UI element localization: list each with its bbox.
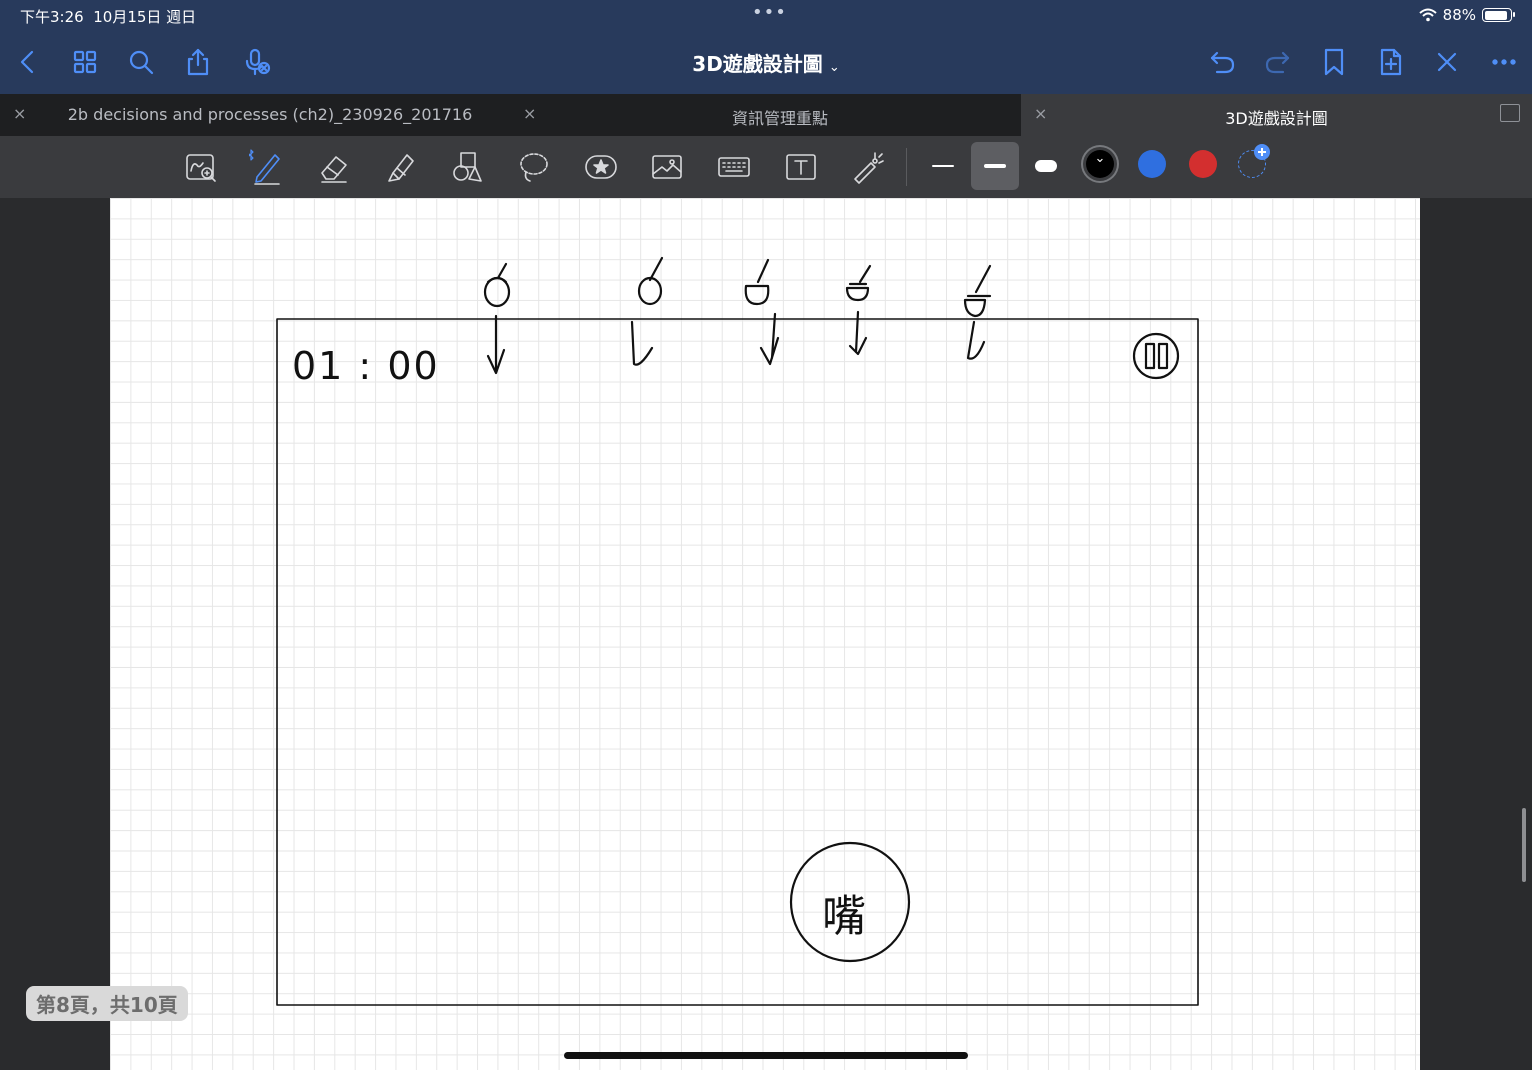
tab-close-icon[interactable]: × <box>1034 104 1047 123</box>
stroke-medium-option[interactable] <box>971 142 1019 190</box>
battery-percent: 88% <box>1442 6 1476 24</box>
note-page[interactable]: 01 : 00 嘴 <box>110 198 1420 1070</box>
color-swatch-red[interactable] <box>1189 150 1217 178</box>
status-time: 下午3:26 10月15日 週日 <box>20 8 197 26</box>
document-title[interactable]: 3D遊戲設計圖 ⌄ <box>0 48 1532 77</box>
falling-object-3 <box>744 258 780 366</box>
lasso-icon[interactable] <box>511 144 557 190</box>
falling-object-4 <box>845 264 872 356</box>
more-icon[interactable] <box>1486 44 1522 80</box>
redo-icon[interactable] <box>1260 44 1296 80</box>
undo-icon[interactable] <box>1204 44 1240 80</box>
falling-object-2 <box>630 256 664 366</box>
add-color-icon[interactable] <box>1238 144 1270 178</box>
multitasking-dots[interactable]: ••• <box>752 2 787 23</box>
navigation-bar: 3D遊戲設計圖 ⌄ <box>0 32 1532 94</box>
falling-object-5 <box>963 264 992 360</box>
wifi-icon <box>1418 8 1437 22</box>
mouth-character: 嘴 <box>822 891 866 942</box>
split-view-icon[interactable] <box>1500 104 1520 122</box>
sticker-icon[interactable] <box>578 144 624 190</box>
home-indicator[interactable] <box>564 1052 968 1059</box>
tab-3d-game-design[interactable]: × 3D遊戲設計圖 <box>1021 94 1532 136</box>
stroke-thick-option[interactable] <box>1022 142 1070 190</box>
stroke-thin-option[interactable] <box>919 142 967 190</box>
eraser-icon[interactable] <box>311 144 357 190</box>
tab-2b-decisions[interactable]: × 2b decisions and processes (ch2)_23092… <box>0 94 510 136</box>
timer-handwriting: 01 : 00 <box>292 344 440 388</box>
tab-close-icon[interactable]: × <box>13 104 26 123</box>
highlighter-icon[interactable] <box>378 144 424 190</box>
tab-close-icon[interactable]: × <box>523 104 536 123</box>
status-bar: 下午3:26 10月15日 週日 ••• 88% <box>0 0 1532 32</box>
title-chevron-icon: ⌄ <box>828 60 840 75</box>
scrollbar[interactable] <box>1522 808 1526 882</box>
drawing-toolbar <box>0 136 1532 198</box>
image-icon[interactable] <box>644 144 690 190</box>
toolbar-divider <box>906 148 907 186</box>
text-box-icon[interactable] <box>778 144 824 190</box>
document-tab-bar: × 2b decisions and processes (ch2)_23092… <box>0 94 1532 136</box>
add-page-icon[interactable] <box>1373 44 1409 80</box>
page-indicator: 第8頁，共10頁 <box>26 986 188 1021</box>
battery-icon <box>1482 8 1515 22</box>
shapes-icon[interactable] <box>444 144 490 190</box>
status-right: 88% <box>1418 6 1515 24</box>
bookmark-icon[interactable] <box>1316 44 1352 80</box>
pen-icon[interactable] <box>244 144 290 190</box>
tab-label: 資訊管理重點 <box>731 109 828 128</box>
color-swatch-black[interactable] <box>1086 150 1114 178</box>
zoom-window-icon[interactable] <box>178 144 224 190</box>
color-swatch-blue[interactable] <box>1138 150 1166 178</box>
tab-label: 2b decisions and processes (ch2)_230926_… <box>67 105 473 124</box>
tab-label: 3D遊戲設計圖 <box>1225 109 1328 128</box>
handwriting-layer <box>276 256 1199 1006</box>
close-icon[interactable] <box>1429 44 1465 80</box>
keyboard-icon[interactable] <box>711 144 757 190</box>
laser-pointer-icon[interactable] <box>844 144 890 190</box>
tab-info-management[interactable]: × 資訊管理重點 <box>510 94 1020 136</box>
